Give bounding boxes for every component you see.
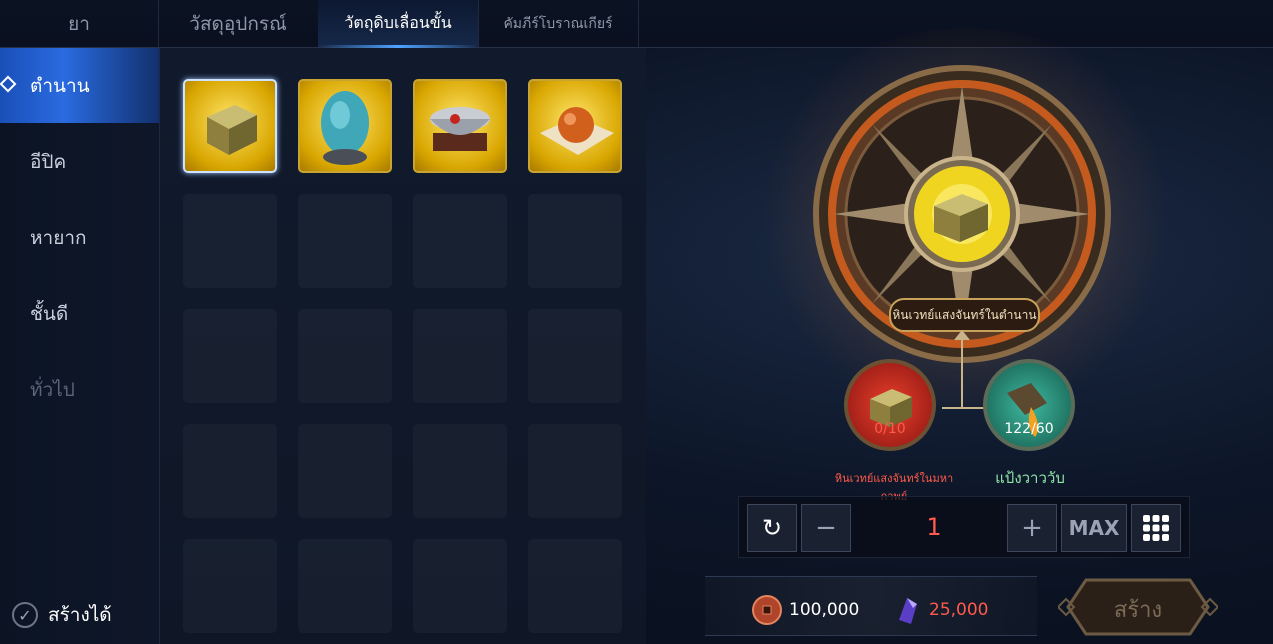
category-label: อีปิค: [30, 150, 67, 173]
increase-button[interactable]: +: [1007, 504, 1057, 552]
minus-icon: −: [815, 513, 837, 543]
decrease-button[interactable]: −: [801, 504, 851, 552]
max-label: MAX: [1068, 516, 1120, 540]
empty-slot: [413, 309, 507, 403]
empty-slot: [298, 424, 392, 518]
crafting-panel: หินเวทย์แสงจันทร์ในตำนาน 0/10 122/60 หิน…: [646, 28, 1273, 644]
empty-slot: [183, 309, 277, 403]
tab-materials[interactable]: วัสดุอุปกรณ์: [158, 0, 319, 47]
tab-upgrade-materials[interactable]: วัตถุดิบเลื่อนขั้น: [318, 0, 479, 48]
empty-slot: [298, 194, 392, 288]
can-make-filter[interactable]: ✓ สร้างได้: [12, 600, 112, 630]
result-name-tag: หินเวทย์แสงจันทร์ในตำนาน: [889, 298, 1040, 332]
category-legendary[interactable]: ตำนาน: [0, 48, 159, 123]
coin-cost-value: 100,000: [789, 600, 860, 620]
empty-slot: [528, 309, 622, 403]
category-rare[interactable]: หายาก: [0, 200, 159, 275]
item-slot-blue-egg[interactable]: [298, 79, 392, 173]
grade-sidebar: ตำนาน อีปิค หายาก ชั้นดี ทั่วไป ✓ สร้างไ…: [0, 48, 160, 644]
result-name: หินเวทย์แสงจันทร์ในตำนาน: [892, 307, 1037, 322]
tab-potion[interactable]: ยา: [0, 0, 159, 47]
category-label: ทั่วไป: [30, 378, 75, 401]
crystal-icon: [899, 598, 917, 624]
crystal-cost-value: 25,000: [929, 600, 989, 620]
empty-slot: [183, 424, 277, 518]
quantity-control-bar: ↻ − 1 + MAX: [738, 496, 1190, 558]
empty-slot: [298, 309, 392, 403]
ingredient-count: 0/10: [874, 421, 906, 437]
cost-crystal: 25,000: [891, 594, 988, 626]
orange-orb-icon: [540, 107, 614, 155]
check-icon: ✓: [12, 602, 38, 628]
cost-bar: 100,000 25,000: [705, 576, 1037, 636]
ingredient-name-powder: แป้งวาววับ: [995, 469, 1065, 487]
can-make-label: สร้างได้: [48, 604, 112, 626]
selected-marker-icon: [0, 75, 17, 93]
category-label: ตำนาน: [30, 74, 90, 97]
item-slot-silver-bowl[interactable]: [413, 79, 507, 173]
category-label: หายาก: [30, 226, 87, 249]
create-button[interactable]: สร้าง: [1058, 578, 1218, 636]
tab-ancient-gear-scroll[interactable]: คัมภีร์โบราณเกียร์: [478, 0, 639, 47]
item-grid: [160, 48, 646, 644]
empty-slot: [528, 539, 622, 633]
reset-button[interactable]: ↻: [747, 504, 797, 552]
top-tab-bar: ยา วัสดุอุปกรณ์ วัตถุดิบเลื่อนขั้น คัมภี…: [0, 0, 1273, 48]
gold-stone-cube-icon: [207, 105, 257, 155]
numpad-button[interactable]: [1131, 504, 1181, 552]
quantity-value: 1: [926, 513, 942, 541]
empty-slot: [298, 539, 392, 633]
empty-slot: [528, 194, 622, 288]
ingredient-slot-powder[interactable]: 122/60: [983, 359, 1075, 451]
coin-icon: [752, 595, 782, 625]
silver-bowl-icon: [430, 107, 490, 151]
reset-icon: ↻: [761, 514, 783, 542]
create-label: สร้าง: [1113, 598, 1163, 623]
ingredient-slot-epic-stone[interactable]: 0/10: [844, 359, 936, 451]
blue-egg-icon: [321, 91, 369, 165]
max-button[interactable]: MAX: [1061, 504, 1127, 552]
empty-slot: [413, 194, 507, 288]
ingredient-count: 122/60: [1004, 421, 1054, 437]
item-slot-orange-orb[interactable]: [528, 79, 622, 173]
category-label: ชั้นดี: [30, 302, 69, 325]
empty-slot: [413, 539, 507, 633]
empty-slot: [528, 424, 622, 518]
grid-icon: [1143, 515, 1169, 541]
item-slot-gold-stone[interactable]: [183, 79, 277, 173]
cost-coin: 100,000: [751, 594, 859, 626]
empty-slot: [183, 194, 277, 288]
plus-icon: +: [1021, 513, 1043, 543]
category-uncommon[interactable]: ชั้นดี: [0, 276, 159, 351]
category-common[interactable]: ทั่วไป: [0, 352, 159, 427]
category-epic[interactable]: อีปิค: [0, 124, 159, 199]
empty-slot: [413, 424, 507, 518]
empty-slot: [183, 539, 277, 633]
